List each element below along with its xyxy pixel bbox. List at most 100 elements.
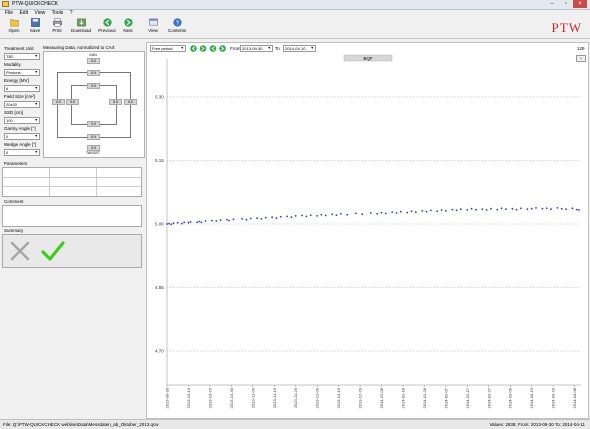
comment-field[interactable]	[2, 205, 142, 227]
plot-panel: Free period ▼ From 2013-09-30 ▼ To 2014-04…	[146, 42, 589, 419]
x-tick-label: 2013-11-09	[250, 387, 255, 408]
dropdown-arrow-icon: ▼	[34, 54, 38, 58]
x-tick-label: 2014-02-07	[443, 387, 448, 408]
print-button[interactable]: Print	[49, 18, 65, 37]
value-cell-top: 0.0	[87, 70, 100, 76]
data-point	[395, 212, 398, 214]
data-point	[200, 221, 203, 224]
view-button[interactable]: View	[143, 18, 163, 37]
y-axis-ticks: 5.30 5.15 5.00 4.85 4.70	[155, 94, 164, 353]
minimize-icon[interactable]: –	[545, 0, 559, 8]
x-tick-label: 2013-12-29	[358, 387, 363, 408]
save-button[interactable]: Save	[27, 18, 43, 37]
data-point	[429, 209, 432, 212]
x-tick-label: 2014-03-19	[529, 387, 534, 408]
data-point	[556, 207, 559, 209]
data-point	[335, 214, 338, 217]
wedge-angle-select[interactable]: 0 ▼	[4, 149, 40, 156]
menu-view[interactable]: View	[34, 10, 45, 17]
value-cell-left: 0.0	[66, 99, 79, 105]
data-point	[565, 208, 567, 211]
x-tick-label: 2013-10-20	[207, 387, 212, 408]
energy-select[interactable]: 6 ▼	[4, 85, 40, 92]
data-point	[361, 213, 364, 216]
x-tick-label: 2013-11-19	[272, 387, 277, 408]
ptw-logo: PTW	[551, 20, 582, 35]
qc-scatter-chart: BQF 5.305.155.004.854.70 2013-09-30 2013-…	[155, 54, 581, 408]
menu-tools[interactable]: Tools	[52, 10, 64, 17]
x-axis-ticks: 2013-09-30 2013-10-10 2013-10-20 2013-10-30…	[165, 385, 577, 408]
help-icon: ?	[172, 18, 182, 27]
disk-icon	[30, 18, 40, 27]
x-tick-label: 2013-10-10	[186, 387, 191, 408]
app-icon	[2, 1, 9, 7]
contents-button[interactable]: ? Contents	[166, 18, 188, 37]
data-point	[571, 207, 574, 210]
value-cell-bottom-outer: 0.0	[87, 145, 100, 151]
measuring-data-panel: GUN TARGET 0.0 0.0 0.0 0.0 0.0 0.0 0.0 0…	[43, 51, 145, 158]
data-point	[578, 209, 580, 211]
data-point	[575, 208, 578, 211]
parameters-table	[2, 167, 142, 197]
data-point	[399, 210, 402, 213]
dropdown-arrow-icon: ▼	[34, 150, 38, 154]
data-point	[496, 208, 499, 211]
previous-button[interactable]: Previous	[96, 18, 118, 37]
ssd-select[interactable]: 100 ▼	[4, 117, 40, 124]
data-points	[166, 207, 580, 226]
data-point	[466, 209, 469, 211]
x-tick-label: 2014-02-27	[486, 387, 491, 408]
parameters-label: Parameters	[4, 161, 28, 166]
data-point	[294, 215, 297, 217]
data-point	[511, 207, 514, 210]
field-size-select[interactable]: 20x20 ▼	[4, 101, 40, 108]
next-button[interactable]: Next	[120, 18, 136, 37]
modality-select[interactable]: Photons ▼	[4, 69, 40, 76]
data-point	[354, 212, 357, 215]
x-tick-label: 2014-01-18	[400, 387, 405, 408]
summary-panel	[2, 234, 142, 268]
dropdown-arrow-icon: ▼	[34, 70, 38, 74]
data-point	[226, 218, 228, 221]
y-tick-label: 4.70	[155, 349, 164, 354]
data-point	[369, 212, 372, 214]
data-point	[168, 222, 170, 225]
data-point	[181, 222, 183, 225]
gun-label: GUN	[89, 53, 97, 57]
x-tick-label: 2014-04-08	[572, 387, 577, 408]
x-tick-label: 2013-12-09	[315, 387, 320, 408]
data-point	[176, 221, 179, 224]
data-point	[275, 217, 278, 220]
data-point	[425, 210, 428, 213]
download-button[interactable]: Download	[69, 18, 93, 37]
data-point	[550, 208, 552, 211]
y-tick-label: 5.00	[155, 222, 164, 227]
x-tick-label: 2014-01-08	[379, 387, 384, 408]
data-point	[455, 209, 458, 212]
data-point	[470, 207, 473, 210]
arrow-right-icon	[123, 18, 133, 27]
treatment-unit-select[interactable]: TB2 ▼	[4, 53, 40, 60]
menu-file[interactable]: File	[5, 10, 13, 17]
data-point	[264, 216, 267, 219]
open-button[interactable]: Open	[5, 18, 23, 37]
menu-edit[interactable]: Edit	[19, 10, 28, 17]
check-icon	[41, 241, 65, 261]
menu-help[interactable]: ?	[70, 10, 73, 17]
data-point	[384, 212, 387, 215]
data-point	[245, 218, 248, 221]
data-point	[301, 214, 303, 217]
close-icon[interactable]: ×	[573, 0, 587, 8]
grid-lines	[166, 59, 581, 386]
data-point	[475, 208, 477, 211]
data-point	[320, 213, 323, 216]
data-point	[189, 221, 192, 223]
gantry-angle-select[interactable]: 0 ▼	[4, 133, 40, 140]
window-title: PTW-QUICKCHECK	[12, 1, 59, 7]
data-point	[170, 223, 173, 226]
data-point	[545, 207, 548, 210]
maximize-icon[interactable]: ▫	[559, 0, 573, 8]
toolbar: Open Save Print Download Previous Next V…	[0, 17, 590, 39]
data-point	[249, 217, 252, 220]
y-tick-label: 5.15	[155, 158, 164, 163]
